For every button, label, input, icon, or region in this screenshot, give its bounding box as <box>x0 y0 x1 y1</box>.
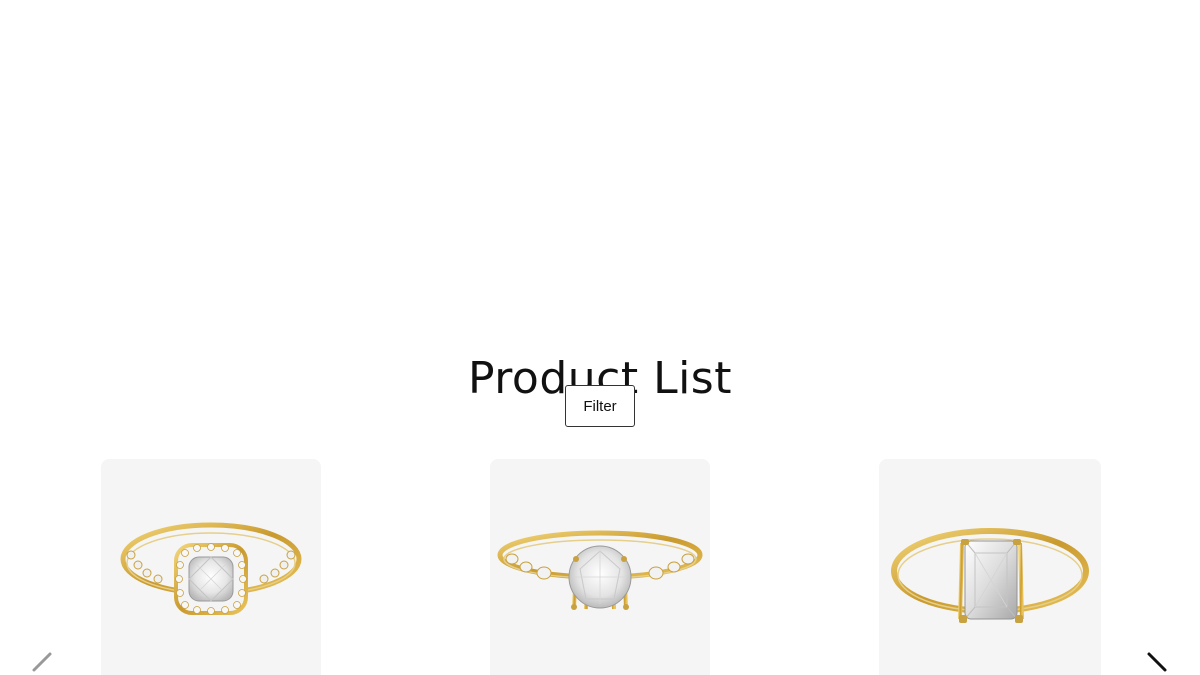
chevron-left-icon[interactable] <box>26 650 56 675</box>
product-card[interactable] <box>101 459 321 675</box>
product-card[interactable] <box>490 459 710 675</box>
cushion-halo-ring-image <box>120 522 302 615</box>
radiant-solitaire-ring-image <box>891 528 1089 623</box>
product-list-page: Product List Filter <box>0 0 1200 675</box>
filter-button[interactable]: Filter <box>565 385 635 427</box>
round-vintage-ring-image <box>497 530 703 610</box>
product-card[interactable] <box>879 459 1101 675</box>
chevron-right-icon[interactable] <box>1145 650 1175 675</box>
